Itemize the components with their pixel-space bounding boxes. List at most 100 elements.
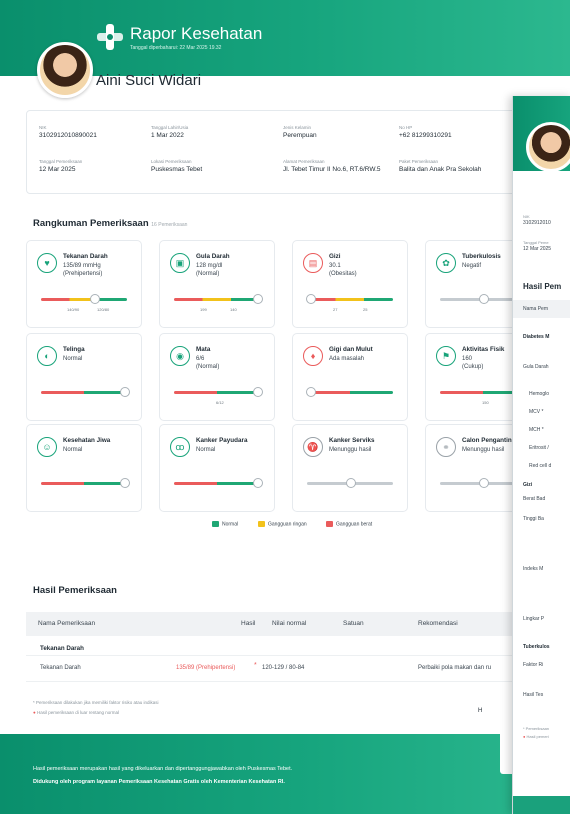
threshold-label: 27 bbox=[333, 307, 338, 312]
threshold-label: 140/90 bbox=[67, 307, 80, 312]
card-value-line: Menunggu hasil bbox=[329, 447, 372, 453]
threshold-label: 150 bbox=[482, 400, 489, 405]
summary-card[interactable]: ◉ Mata 6/6 (Normal) 6/12 bbox=[159, 333, 275, 421]
results-title: Hasil Pemeriksaan bbox=[33, 585, 117, 596]
legend-swatch-red bbox=[326, 521, 333, 527]
blood-pressure-icon: ♥ bbox=[37, 253, 57, 273]
summary-count: 16 Pemeriksaan bbox=[151, 222, 188, 228]
package-label: Paket Pemeriksaan bbox=[399, 159, 439, 164]
ear-icon: ◐ bbox=[37, 346, 57, 366]
lungs-icon: ✿ bbox=[436, 253, 456, 273]
overlay-row: Hasil Tes bbox=[523, 692, 544, 698]
card-title: Gizi bbox=[329, 253, 341, 260]
summary-card[interactable]: ♥ Tekanan Darah 135/89 mmHg (Prehipertensi)… bbox=[26, 240, 142, 328]
legend-normal-text: Normal bbox=[222, 521, 239, 528]
col-unit: Satuan bbox=[343, 620, 364, 627]
footer-line-1: Hasil pemeriksaan merupakan hasil yang d… bbox=[33, 766, 293, 772]
address-value: Jl. Tebet Timur II No.6, RT.6/RW.5 bbox=[283, 166, 381, 173]
card-value-line: 160 bbox=[462, 356, 473, 362]
summary-title: Rangkuman Pemeriksaan 16 Pemeriksaan bbox=[33, 218, 187, 229]
cut-letter: H bbox=[478, 708, 483, 714]
card-value: Ada masalah bbox=[329, 355, 364, 363]
exam-date-value: 12 Mar 2025 bbox=[39, 166, 76, 173]
sex-label: Jenis Kelamin bbox=[283, 125, 312, 130]
card-title: Calon Pengantin bbox=[462, 437, 512, 444]
status-knob bbox=[252, 478, 263, 488]
mind-icon: ☺ bbox=[37, 437, 57, 457]
status-bar bbox=[307, 391, 393, 394]
nutrition-icon: ▤ bbox=[303, 253, 323, 273]
card-title: Kesehatan Jiwa bbox=[63, 437, 111, 444]
running-icon: ⚑ bbox=[436, 346, 456, 366]
summary-card[interactable]: ♈ Kanker Serviks Menunggu hasil bbox=[292, 424, 408, 512]
overlay-col-name: Nama Pem bbox=[523, 306, 549, 312]
brand-title: Rapor Kesehatan bbox=[130, 24, 263, 43]
card-value-line: Negatif bbox=[462, 263, 482, 269]
status-bar bbox=[41, 298, 127, 301]
summary-card[interactable]: ☺ Kesehatan Jiwa Normal bbox=[26, 424, 142, 512]
overlay-row: Indeks M bbox=[523, 566, 544, 572]
summary-card[interactable]: ▤ Gizi 30.1 (Obesitas) 27 25 bbox=[292, 240, 408, 328]
phone-field: No HP +62 81299310291 bbox=[399, 125, 452, 139]
threshold-label: 140 bbox=[230, 307, 237, 312]
card-title: Tekanan Darah bbox=[63, 253, 108, 260]
overlay-row: Faktor Ri bbox=[523, 662, 544, 668]
avatar bbox=[37, 42, 93, 98]
overlay-row: MCV * bbox=[529, 409, 544, 415]
card-value-line: 6/6 bbox=[196, 356, 205, 362]
overlay-exam-date: 12 Mar 2025 bbox=[523, 246, 552, 252]
overlay-results-title: Hasil Pem bbox=[523, 282, 562, 291]
overlay-footer bbox=[513, 796, 570, 814]
summary-card[interactable]: ꝏ Kanker Payudara Normal bbox=[159, 424, 275, 512]
card-value: Negatif bbox=[462, 262, 481, 270]
card-value: Menunggu hasil bbox=[462, 446, 504, 454]
summary-card[interactable]: ♦ Gigi dan Mulut Ada masalah bbox=[292, 333, 408, 421]
summary-card[interactable]: ◐ Telinga Normal bbox=[26, 333, 142, 421]
row-normal-range: 120-129 / 80-84 bbox=[262, 665, 305, 671]
phone-value: +62 81299310291 bbox=[399, 132, 452, 139]
group-label: Tekanan Darah bbox=[40, 645, 84, 652]
card-value: 6/6 (Normal) bbox=[196, 355, 219, 372]
package-field: Paket Pemeriksaan Balita dan Anak Pra Se… bbox=[399, 159, 481, 173]
threshold-label: 25 bbox=[363, 307, 368, 312]
overlay-exam-label: Tanggal Peme bbox=[523, 240, 549, 245]
status-bar bbox=[174, 482, 260, 485]
status-knob bbox=[119, 387, 130, 397]
overlapping-report-page: NIK 3102912010 Tanggal Peme 12 Mar 2025 … bbox=[512, 96, 570, 814]
address-label: Alamat Pemeriksaan bbox=[283, 159, 325, 164]
legend-severe-text: Gangguan berat bbox=[336, 521, 373, 528]
overlay-row: Diabetes M bbox=[523, 334, 550, 340]
col-result: Hasil bbox=[241, 620, 256, 627]
overlay-avatar bbox=[526, 122, 570, 172]
health-logo-icon bbox=[97, 24, 123, 50]
status-knob bbox=[305, 294, 316, 304]
card-value: Normal bbox=[63, 446, 82, 454]
row-name: Tekanan Darah bbox=[40, 665, 81, 671]
summary-card[interactable]: ▣ Gula Darah 128 mg/dl (Normal) 199 140 bbox=[159, 240, 275, 328]
overlay-row: Lingkar P bbox=[523, 616, 545, 622]
tooth-icon: ♦ bbox=[303, 346, 323, 366]
card-value-line: Menunggu hasil bbox=[462, 447, 505, 453]
report-page: Rapor Kesehatan Tanggal diperbaharui: 22… bbox=[0, 0, 570, 814]
card-value: 30.1 (Obesitas) bbox=[329, 262, 357, 279]
sex-value: Perempuan bbox=[283, 132, 317, 139]
card-title: Kanker Serviks bbox=[329, 437, 375, 444]
card-title: Gigi dan Mulut bbox=[329, 346, 373, 353]
status-knob bbox=[346, 478, 356, 488]
exam-date-field: Tanggal Pemeriksaan 12 Mar 2025 bbox=[39, 159, 82, 173]
address-field: Alamat Pemeriksaan Jl. Tebet Timur II No… bbox=[283, 159, 381, 173]
row-recommendation: Perbaiki pola makan dan ru bbox=[418, 665, 492, 671]
report-footer: Hasil pemeriksaan merupakan hasil yang d… bbox=[0, 734, 570, 814]
row-flag: * bbox=[254, 662, 257, 669]
col-normal: Nilai normal bbox=[272, 620, 307, 627]
dob-field: Tanggal Lahir/Usia 1 Mar 2022 bbox=[151, 125, 188, 139]
dob-label: Tanggal Lahir/Usia bbox=[151, 125, 189, 130]
card-value-line: Ada masalah bbox=[329, 356, 365, 362]
status-knob bbox=[252, 294, 263, 304]
legend-swatch-green bbox=[212, 521, 219, 527]
status-knob bbox=[119, 478, 130, 488]
table-row: Tekanan Darah 135/89 (Prehipertensi) * 1… bbox=[26, 655, 570, 682]
patient-info-card: NIK 3102912010890021 Tanggal Lahir/Usia … bbox=[26, 110, 570, 194]
updated-date: Tanggal diperbaharui: 22 Mar 2025 19.32 bbox=[130, 45, 222, 51]
glucose-meter-icon: ▣ bbox=[170, 253, 190, 273]
